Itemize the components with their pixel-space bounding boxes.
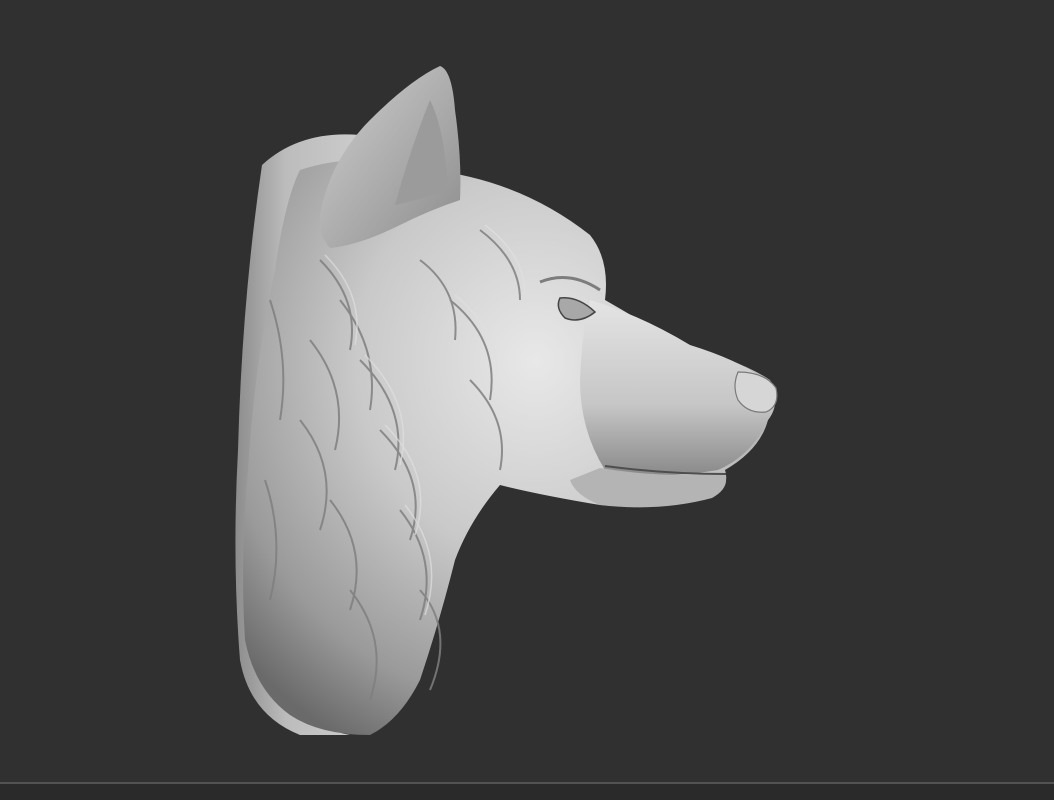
wolf-head-model[interactable] (0, 0, 1054, 782)
bottom-bar (0, 784, 1054, 800)
3d-viewport[interactable] (0, 0, 1054, 782)
